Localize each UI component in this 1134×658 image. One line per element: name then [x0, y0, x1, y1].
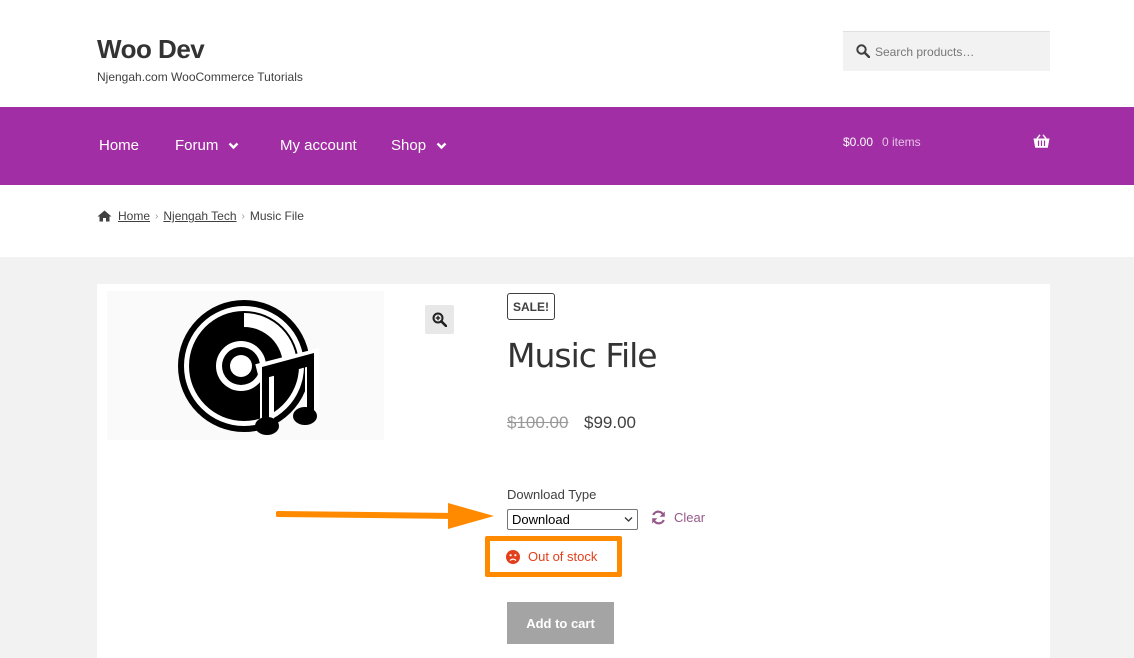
- regular-price: $100.00: [507, 413, 569, 432]
- breadcrumb-link-home[interactable]: Home: [118, 209, 150, 223]
- add-to-cart-button[interactable]: Add to cart: [507, 602, 614, 644]
- stock-status-label: Out of stock: [528, 549, 598, 564]
- zoom-button[interactable]: [425, 305, 454, 334]
- chevron-down-icon: [436, 142, 447, 149]
- select-value: Download: [512, 512, 570, 527]
- refresh-icon: [652, 510, 665, 525]
- primary-navigation: Home Forum My account Shop $0.00 0 items: [0, 107, 1134, 185]
- search-icon: [856, 44, 870, 58]
- clear-variations-link[interactable]: Clear: [651, 510, 705, 525]
- nav-item-label: Home: [99, 137, 140, 154]
- sale-badge: SALE!: [507, 293, 555, 320]
- breadcrumb-area: Home › Njengah Tech › Music File: [0, 185, 1134, 257]
- breadcrumb-current: Music File: [249, 209, 304, 223]
- download-type-select[interactable]: Download: [507, 509, 638, 530]
- site-header: Woo Dev Njengah.com WooCommerce Tutorial…: [0, 0, 1134, 107]
- variation-label: Download Type: [507, 487, 597, 502]
- site-title[interactable]: Woo Dev: [97, 34, 205, 65]
- zoom-in-icon: [432, 312, 447, 327]
- breadcrumb-separator: ›: [241, 210, 245, 222]
- breadcrumb-separator: ›: [155, 210, 159, 222]
- chevron-down-icon: [228, 142, 239, 149]
- sale-price: $99.00: [584, 413, 636, 432]
- nav-item-forum[interactable]: Forum: [175, 137, 239, 154]
- frown-icon: [506, 549, 520, 564]
- chevron-down-icon: [624, 517, 633, 522]
- nav-item-label: My account: [280, 137, 357, 154]
- nav-item-home[interactable]: Home: [99, 137, 139, 154]
- breadcrumb: Home › Njengah Tech › Music File: [97, 209, 304, 223]
- stock-status: Out of stock: [506, 549, 597, 564]
- site-tagline: Njengah.com WooCommerce Tutorials: [97, 70, 303, 84]
- cart-count[interactable]: 0 items: [882, 135, 921, 149]
- music-file-icon: [178, 300, 319, 435]
- basket-icon[interactable]: [1033, 134, 1050, 149]
- nav-item-label: Forum: [175, 137, 219, 154]
- clear-label: Clear: [674, 510, 706, 525]
- breadcrumb-link-category[interactable]: Njengah Tech: [163, 209, 236, 223]
- cart-total[interactable]: $0.00: [843, 135, 873, 149]
- product-title: Music File: [507, 336, 658, 375]
- search-box[interactable]: [843, 31, 1050, 71]
- home-icon: [97, 210, 112, 222]
- nav-item-my-account[interactable]: My account: [280, 137, 357, 154]
- product-image[interactable]: [107, 291, 384, 440]
- nav-item-shop[interactable]: Shop: [391, 137, 447, 154]
- annotation-arrow: [276, 503, 494, 529]
- search-input[interactable]: [875, 32, 1045, 71]
- nav-item-label: Shop: [391, 137, 427, 154]
